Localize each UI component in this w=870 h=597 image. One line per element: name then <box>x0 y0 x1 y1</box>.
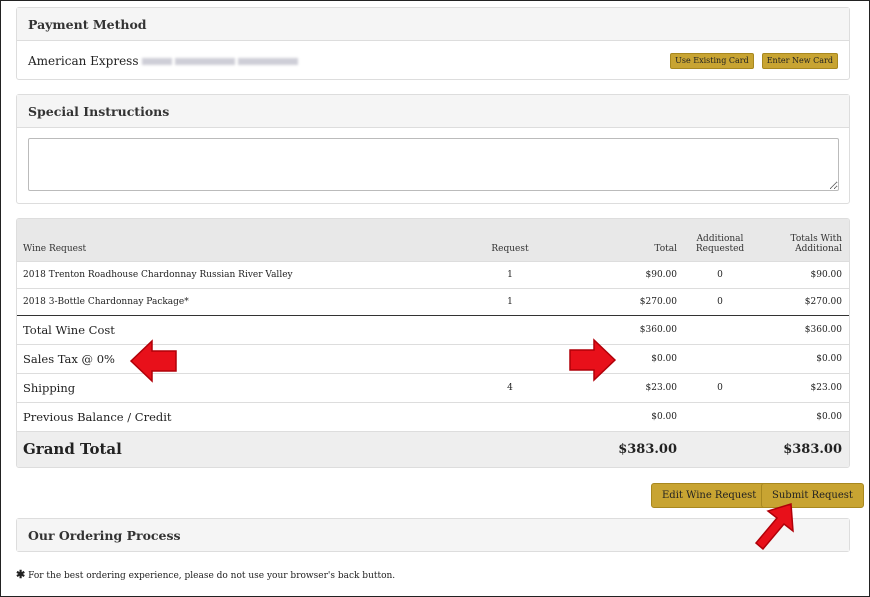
table-header-row: Wine Request Request Total Additional Req… <box>17 219 849 261</box>
summary-row-previous-balance: Previous Balance / Credit $0.00 $0.00 <box>17 401 849 431</box>
col-total: Total <box>654 243 677 254</box>
special-instructions-textarea[interactable] <box>28 138 839 191</box>
grand-total-with-additional: $383.00 <box>756 430 849 467</box>
col-additional-requested: Additional Requested <box>695 233 745 254</box>
total-value: $90.00 <box>566 260 684 288</box>
summary-additional: 0 <box>684 372 756 402</box>
wine-name: 2018 Trenton Roadhouse Chardonnay Russia… <box>17 260 454 288</box>
ordering-process-header[interactable]: Our Ordering Process <box>17 519 849 551</box>
wine-name: 2018 3-Bottle Chardonnay Package* <box>17 287 454 315</box>
arrow-left-icon <box>129 339 177 383</box>
grand-total-value: $383.00 <box>566 430 684 467</box>
summary-additional <box>684 343 756 373</box>
summary-label: Previous Balance / Credit <box>17 401 454 431</box>
footer-note-text: For the best ordering experience, please… <box>28 571 396 581</box>
request-qty: 1 <box>454 260 566 288</box>
summary-totals-with: $23.00 <box>756 372 849 402</box>
payment-method-panel: Payment Method American Express Use Exis… <box>16 7 850 80</box>
summary-additional <box>684 314 756 344</box>
enter-new-card-button[interactable]: Enter New Card <box>761 53 838 69</box>
footer-note: ✱ For the best ordering experience, plea… <box>16 568 395 581</box>
card-number-redacted <box>237 57 298 65</box>
arrow-right-icon <box>569 338 617 382</box>
edit-wine-request-button[interactable]: Edit Wine Request <box>651 483 768 508</box>
payment-method-title: Payment Method <box>28 16 147 32</box>
summary-label: Total Wine Cost <box>17 314 454 344</box>
summary-totals-with: $360.00 <box>756 314 849 344</box>
use-existing-card-button[interactable]: Use Existing Card <box>670 53 754 69</box>
summary-totals-with: $0.00 <box>756 343 849 373</box>
totals-with-value: $270.00 <box>756 287 849 315</box>
table-row: 2018 Trenton Roadhouse Chardonnay Russia… <box>17 260 849 288</box>
summary-total: $0.00 <box>566 401 684 431</box>
grand-total-row: Grand Total $383.00 $383.00 <box>17 430 849 467</box>
table-row: 2018 3-Bottle Chardonnay Package* 1 $270… <box>17 287 849 315</box>
arrow-up-right-icon <box>754 503 794 551</box>
special-instructions-title: Special Instructions <box>28 103 170 119</box>
summary-additional <box>684 401 756 431</box>
ordering-process-panel[interactable]: Our Ordering Process <box>16 518 850 552</box>
summary-request <box>454 314 566 344</box>
payment-method-header: Payment Method <box>17 8 849 41</box>
additional-qty: 0 <box>684 287 756 315</box>
card-number-redacted <box>141 57 172 65</box>
summary-label: Shipping <box>17 372 454 402</box>
totals-with-value: $90.00 <box>756 260 849 288</box>
card-number-redacted <box>174 57 235 65</box>
special-instructions-panel: Special Instructions <box>16 94 850 204</box>
summary-request <box>454 343 566 373</box>
total-value: $270.00 <box>566 287 684 315</box>
request-qty: 1 <box>454 287 566 315</box>
summary-totals-with: $0.00 <box>756 401 849 431</box>
grand-total-label: Grand Total <box>17 430 454 467</box>
summary-request: 4 <box>454 372 566 402</box>
summary-request <box>454 401 566 431</box>
col-wine-request: Wine Request <box>23 243 87 254</box>
additional-qty: 0 <box>684 260 756 288</box>
col-totals-with-additional: Totals With Additional <box>790 233 842 254</box>
payment-method-body: American Express Use Existing Card Enter… <box>17 41 849 81</box>
col-request: Request <box>491 243 529 254</box>
special-instructions-header: Special Instructions <box>17 95 849 128</box>
ordering-process-title: Our Ordering Process <box>28 527 181 543</box>
card-label: American Express <box>28 54 139 68</box>
summary-label: Sales Tax @ 0% <box>17 343 454 373</box>
asterisk-icon: ✱ <box>16 568 26 581</box>
